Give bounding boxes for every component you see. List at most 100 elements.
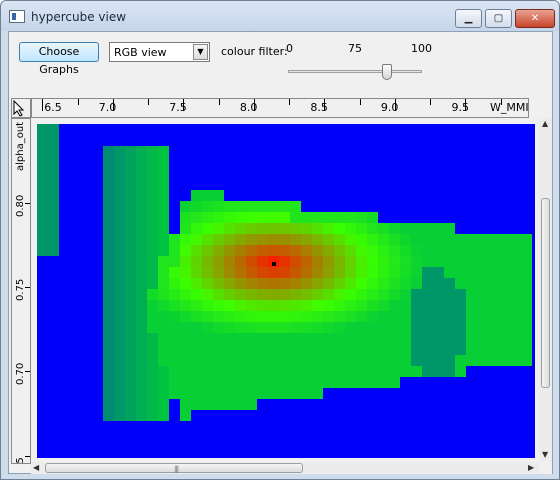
heatmap-cell xyxy=(433,333,444,344)
heatmap-cell xyxy=(147,157,158,168)
pointer-tool-button[interactable] xyxy=(11,98,31,118)
heatmap-cell xyxy=(488,344,499,355)
heatmap-cell xyxy=(521,300,532,311)
heatmap-cell xyxy=(345,256,356,267)
title-bar[interactable]: hypercube view ▁ ▢ ✕ xyxy=(1,1,559,31)
heatmap-cell xyxy=(345,355,356,366)
heatmap-cell xyxy=(202,267,213,278)
heatmap-cell xyxy=(301,300,312,311)
heatmap-cell xyxy=(378,300,389,311)
x-tick-label: 9.0 xyxy=(380,101,399,114)
horizontal-scrollbar[interactable]: ◀ ||| ▶ xyxy=(31,462,539,474)
heatmap-cell xyxy=(466,344,477,355)
heatmap-cell xyxy=(235,234,246,245)
heatmap-cell xyxy=(213,201,224,212)
heatmap-cell xyxy=(389,311,400,322)
heatmap-cell xyxy=(411,278,422,289)
heatmap-cell xyxy=(268,388,279,399)
heatmap-cell xyxy=(389,366,400,377)
heatmap-cell xyxy=(169,300,180,311)
heatmap-cell xyxy=(37,201,48,212)
heatmap-cell xyxy=(268,377,279,388)
heatmap-cell xyxy=(224,377,235,388)
heatmap-cell xyxy=(114,377,125,388)
view-select[interactable]: RGB view ▼ xyxy=(109,42,210,62)
heatmap-cell xyxy=(466,234,477,245)
heatmap-cell xyxy=(499,289,510,300)
scroll-right-icon[interactable]: ▶ xyxy=(528,463,534,472)
heatmap-cell xyxy=(433,366,444,377)
heatmap-cell xyxy=(411,256,422,267)
heatmap-cell xyxy=(301,234,312,245)
heatmap-cell xyxy=(246,212,257,223)
heatmap-cell xyxy=(400,333,411,344)
heatmap-cell xyxy=(213,245,224,256)
heatmap-cell xyxy=(378,344,389,355)
heatmap-cell xyxy=(466,278,477,289)
heatmap-cell xyxy=(114,333,125,344)
heatmap-cell xyxy=(169,311,180,322)
horizontal-scroll-thumb[interactable]: ||| xyxy=(45,463,303,473)
heatmap-cell xyxy=(136,179,147,190)
heatmap-cell xyxy=(466,245,477,256)
colour-filter-slider[interactable] xyxy=(288,64,422,80)
heatmap-cell xyxy=(455,333,466,344)
heatmap-cell xyxy=(356,377,367,388)
heatmap-cell xyxy=(169,377,180,388)
heatmap-cell xyxy=(37,168,48,179)
heatmap-cell xyxy=(477,333,488,344)
heatmap-cell xyxy=(378,289,389,300)
slider-thumb[interactable] xyxy=(382,64,392,80)
heatmap-cell xyxy=(521,311,532,322)
heatmap-cell xyxy=(488,289,499,300)
vertical-scrollbar[interactable]: ▲ ▼ xyxy=(539,118,552,462)
heatmap-cell xyxy=(103,212,114,223)
minimize-button[interactable]: ▁ xyxy=(455,9,482,28)
x-tick-label: 8.5 xyxy=(310,101,328,114)
vertical-scroll-thumb[interactable] xyxy=(541,198,550,388)
heatmap-cell xyxy=(279,234,290,245)
heatmap-cell xyxy=(246,344,257,355)
heatmap-cell xyxy=(191,256,202,267)
heatmap-cell xyxy=(444,333,455,344)
colour-filter-label: colour filter: xyxy=(221,45,288,58)
scroll-left-icon[interactable]: ◀ xyxy=(33,463,39,472)
heatmap-cell xyxy=(290,278,301,289)
heatmap-cell xyxy=(356,300,367,311)
dropdown-arrow-icon[interactable]: ▼ xyxy=(193,44,208,60)
heatmap-cell xyxy=(37,245,48,256)
heatmap-cell xyxy=(114,245,125,256)
maximize-button[interactable]: ▢ xyxy=(485,9,512,28)
heatmap-cell xyxy=(400,267,411,278)
heatmap-cell xyxy=(345,289,356,300)
heatmap-cell xyxy=(191,212,202,223)
heatmap-cell xyxy=(510,234,521,245)
heatmap-cell xyxy=(323,355,334,366)
heatmap-cell xyxy=(158,377,169,388)
heatmap-cell xyxy=(466,300,477,311)
heatmap-cell xyxy=(290,256,301,267)
heatmap-cell xyxy=(224,388,235,399)
heatmap-cell xyxy=(367,322,378,333)
heatmap-cell xyxy=(125,212,136,223)
x-axis-minor-tick xyxy=(77,99,79,105)
close-button[interactable]: ✕ xyxy=(515,9,555,28)
heatmap-cell xyxy=(224,267,235,278)
heatmap-cell xyxy=(290,267,301,278)
heatmap-cell xyxy=(202,322,213,333)
heatmap-cell xyxy=(301,212,312,223)
heatmap-cell xyxy=(268,234,279,245)
heatmap-cell xyxy=(444,300,455,311)
heatmap-plot[interactable] xyxy=(37,124,535,458)
heatmap-cell xyxy=(378,377,389,388)
choose-graphs-button[interactable]: Choose Graphs xyxy=(19,42,99,76)
scroll-up-icon[interactable]: ▲ xyxy=(542,119,548,128)
heatmap-cell xyxy=(180,410,191,421)
heatmap-cell xyxy=(279,377,290,388)
heatmap-cell xyxy=(191,333,202,344)
heatmap-cell xyxy=(103,322,114,333)
heatmap-cell xyxy=(48,245,59,256)
scroll-down-icon[interactable]: ▼ xyxy=(542,450,548,459)
heatmap-cell xyxy=(422,223,433,234)
heatmap-cell xyxy=(246,201,257,212)
